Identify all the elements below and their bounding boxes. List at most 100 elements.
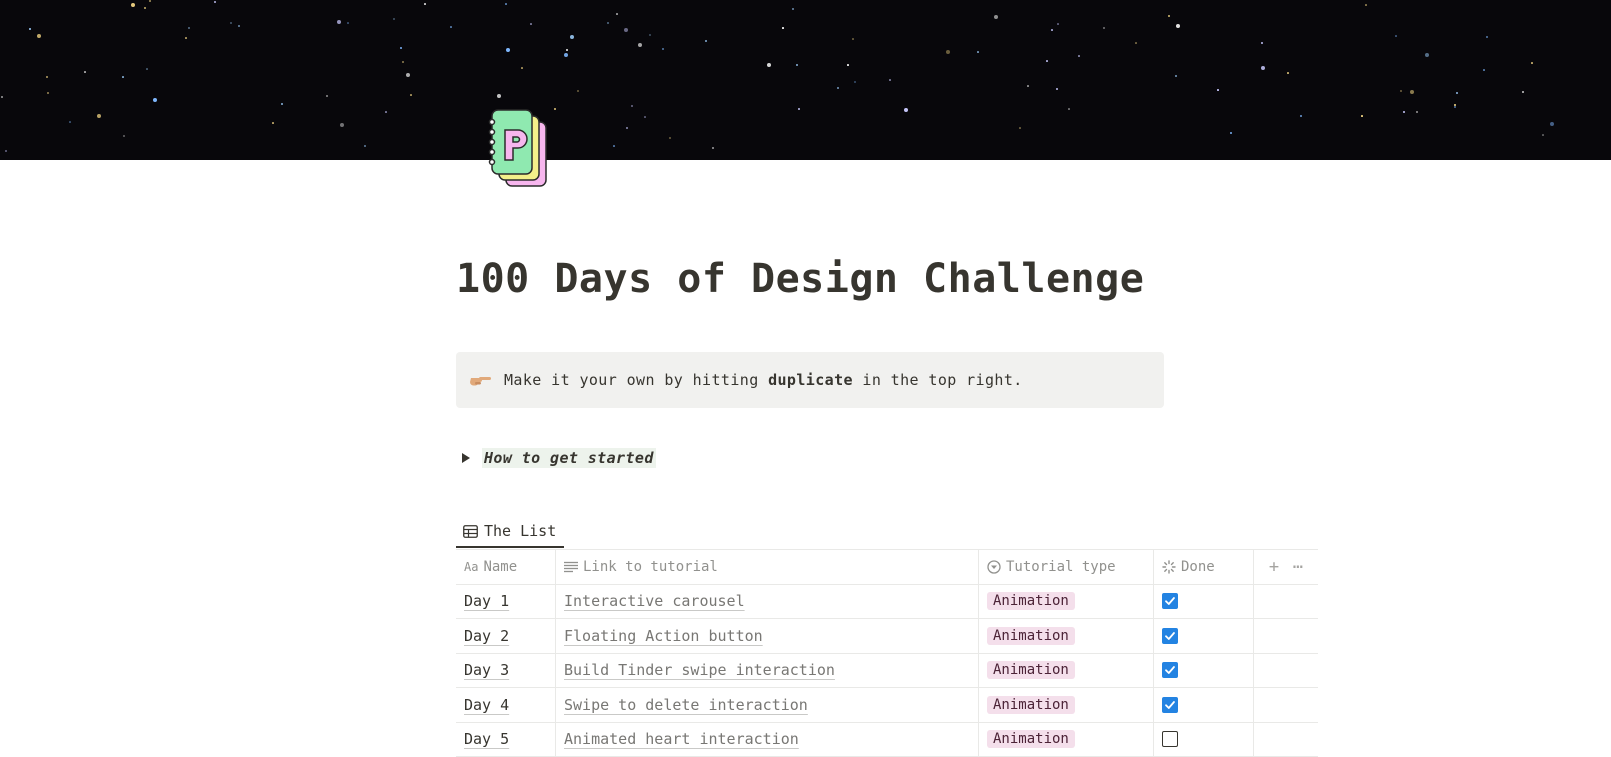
column-header-done[interactable]: Done [1154,550,1254,584]
star-dot [1176,24,1180,28]
star-dot [122,76,124,78]
type-cell[interactable]: Animation [979,585,1154,619]
cover-image[interactable] [0,0,1611,160]
star-dot [506,48,510,52]
tutorial-link[interactable]: Build Tinder swipe interaction [564,661,835,679]
name-cell[interactable]: Day 3 [456,654,556,688]
table-row[interactable]: Day 5Animated heart interactionAnimation [456,723,1318,757]
column-header-actions: + ⋯ [1254,550,1318,584]
row-name[interactable]: Day 1 [464,592,509,610]
star-dot [1550,122,1554,126]
tutorial-link[interactable]: Animated heart interaction [564,730,799,748]
callout-block[interactable]: Make it your own by hitting duplicate in… [456,352,1164,408]
column-header-type[interactable]: Tutorial type [979,550,1154,584]
star-dot [47,92,49,94]
star-dot [638,43,642,47]
table-row[interactable]: Day 2 Floating Action button Animation [456,619,1318,654]
star-dot [1287,72,1289,74]
row-name[interactable]: Day 4 [464,696,509,714]
star-dot [37,34,41,38]
star-dot [188,27,190,29]
type-cell[interactable]: Animation [979,619,1154,653]
row-name[interactable]: Day 3 [464,661,509,679]
name-cell[interactable]: Day 2 [456,619,556,653]
star-dot [946,50,950,54]
select-property-icon [987,560,1001,574]
star-dot [669,137,671,139]
add-property-icon[interactable]: + [1269,557,1279,577]
star-dot [1217,89,1219,91]
star-dot [1078,55,1080,57]
star-dot [1522,91,1524,93]
link-cell[interactable]: Floating Action button [556,619,979,653]
row-name[interactable]: Day 2 [464,627,509,645]
star-dot [1400,90,1402,92]
table-header-row: Aa Name Link to tutorial Tutorial type [456,550,1318,585]
done-checkbox[interactable] [1162,593,1178,609]
star-dot [1454,106,1456,108]
name-cell[interactable]: Day 1 [456,585,556,619]
type-cell[interactable]: Animation [979,688,1154,722]
star-dot [1403,111,1405,113]
column-header-link[interactable]: Link to tutorial [556,550,979,584]
star-dot [607,22,609,24]
link-cell[interactable]: Swipe to delete interaction [556,688,979,722]
star-dot [1456,92,1458,94]
star-dot [272,122,274,124]
spiral-notebook-p-icon [488,100,558,192]
star-dot [577,90,579,92]
more-options-icon[interactable]: ⋯ [1293,557,1303,577]
pointing-hand-icon [470,372,492,388]
callout-text: Make it your own by hitting duplicate in… [504,371,1023,389]
star-dot [230,22,232,24]
column-header-name[interactable]: Aa Name [456,550,556,584]
star-dot [530,23,532,25]
star-dot [326,95,328,97]
star-dot [393,18,395,20]
checkmark-icon [1164,699,1176,711]
star-dot [1483,69,1485,71]
star-dot [854,81,856,83]
lines-text-icon [564,561,578,573]
tutorial-link[interactable]: Swipe to delete interaction [564,696,808,714]
done-checkbox[interactable] [1162,697,1178,713]
star-dot [649,34,651,36]
table-row[interactable]: Day 1 Interactive carousel Animation [456,585,1318,620]
star-dot [505,3,507,5]
star-dot [406,73,410,77]
toggle-arrow-icon[interactable] [462,453,470,463]
page-title[interactable]: 100 Days of Design Challenge [456,256,1144,302]
star-dot [616,13,618,15]
toggle-block[interactable]: How to get started [462,448,656,468]
star-dot [1486,36,1488,38]
star-dot [1395,35,1397,37]
star-dot [1103,27,1105,29]
done-checkbox[interactable] [1162,662,1178,678]
loading-spinner-icon [1162,560,1176,574]
star-dot [450,26,452,28]
tutorial-type-tag: Animation [987,696,1075,714]
view-tab-the-list[interactable]: The List [456,516,564,548]
name-cell[interactable]: Day 4 [456,688,556,722]
star-dot [400,47,402,49]
tutorial-link[interactable]: Interactive carousel [564,592,745,610]
toggle-label[interactable]: How to get started [482,448,656,468]
link-cell[interactable]: Build Tinder swipe interaction [556,654,979,688]
tutorial-link[interactable]: Floating Action button [564,627,763,645]
table-row[interactable]: Day 3 Build Tinder swipe interaction Anima… [456,654,1318,689]
star-dot [1410,90,1414,94]
row-name[interactable]: Day 5 [464,730,509,748]
star-dot [644,116,646,118]
table-row[interactable]: Day 4 Swipe to delete interaction Animatio… [456,688,1318,723]
star-dot [1425,53,1429,57]
empty-cell [1254,654,1318,688]
star-dot [1068,108,1070,110]
done-checkbox[interactable] [1162,628,1178,644]
link-cell[interactable]: Interactive carousel [556,585,979,619]
star-dot [570,35,574,39]
star-dot [1027,85,1029,87]
page-icon[interactable] [488,100,558,192]
done-checkbox[interactable] [1162,731,1178,747]
type-cell[interactable]: Animation [979,654,1154,688]
star-dot [904,108,908,112]
